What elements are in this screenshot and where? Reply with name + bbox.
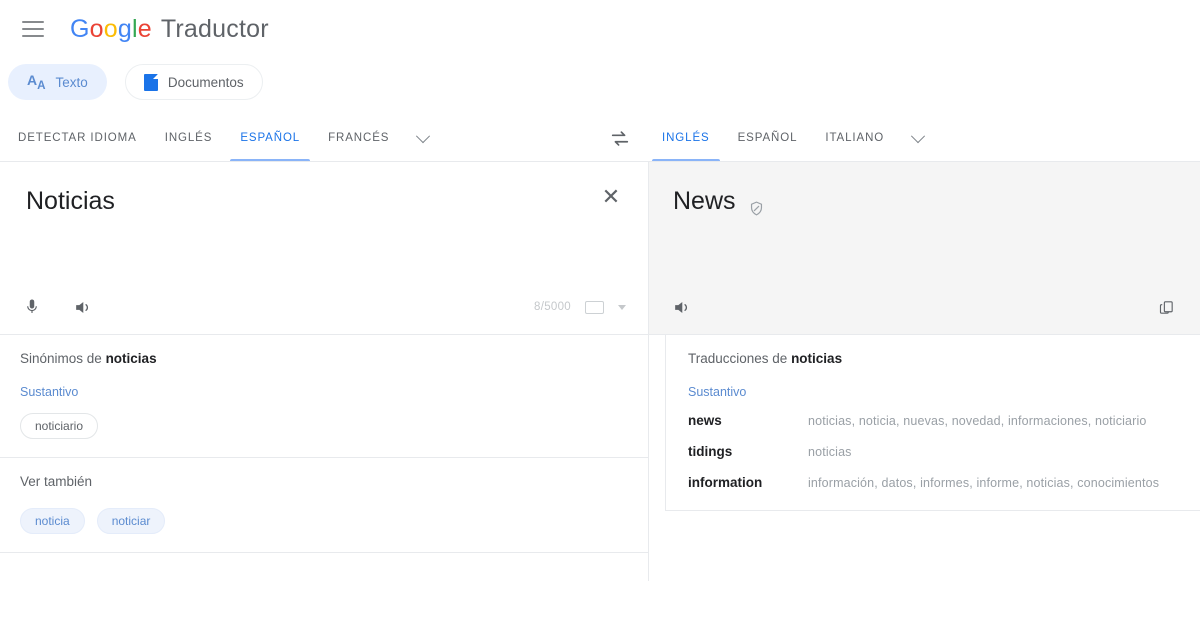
tab-documentos[interactable]: Documentos: [125, 64, 263, 100]
target-lang-espanol[interactable]: ESPAÑOL: [724, 116, 812, 161]
target-toolbar-right: [1154, 295, 1178, 319]
character-counter: 8/5000: [534, 301, 571, 313]
source-panel: Noticias ✕ 8/5000: [0, 162, 649, 334]
target-lang-italiano[interactable]: ITALIANO: [811, 116, 898, 161]
target-language-tabs: INGLÉS ESPAÑOL ITALIANO: [648, 116, 1200, 161]
synonyms-title-prefix: Sinónimos de: [20, 351, 106, 366]
google-wordmark: Google: [70, 15, 152, 44]
translation-word-tidings: tidings: [688, 444, 808, 459]
brand-logo[interactable]: Google Traductor: [70, 15, 269, 44]
chevron-down-icon-target[interactable]: [898, 116, 938, 161]
tab-texto[interactable]: AA Texto: [8, 64, 107, 100]
hamburger-menu-icon[interactable]: [22, 18, 48, 40]
synonyms-title-word: noticias: [106, 351, 157, 366]
table-row[interactable]: news noticias, noticia, nuevas, novedad,…: [688, 413, 1178, 428]
source-text-area[interactable]: Noticias: [0, 162, 648, 280]
table-row[interactable]: information información, datos, informes…: [688, 475, 1178, 490]
synonyms-title: Sinónimos de noticias: [20, 351, 626, 366]
target-panel: News: [649, 162, 1200, 334]
tab-texto-label: Texto: [56, 75, 88, 90]
document-icon: [144, 74, 158, 91]
tab-documentos-label: Documentos: [168, 75, 244, 90]
source-language-tabs: DETECTAR IDIOMA INGLÉS ESPAÑOL FRANCÉS: [0, 116, 648, 161]
speaker-icon-source[interactable]: [70, 295, 94, 319]
translations-pos-label: Sustantivo: [688, 385, 1178, 399]
translation-meanings-tidings: noticias: [808, 445, 852, 459]
translation-panels: Noticias ✕ 8/5000: [0, 162, 1200, 335]
translations-title-prefix: Traducciones de: [688, 351, 791, 366]
chevron-down-icon-source[interactable]: [403, 116, 443, 161]
synonyms-chip-list: noticiario: [20, 413, 626, 439]
source-toolbar: 8/5000: [0, 280, 648, 334]
translation-word-information: information: [688, 475, 808, 490]
product-name: Traductor: [161, 15, 269, 44]
see-also-title: Ver también: [20, 474, 626, 489]
logo-letter-g: G: [70, 15, 90, 43]
mode-tabs: AA Texto Documentos: [0, 58, 1200, 116]
see-also-chip-noticia[interactable]: noticia: [20, 508, 85, 534]
translations-column: Traducciones de noticias Sustantivo news…: [649, 335, 1200, 581]
left-column-spacer: [0, 553, 648, 581]
speaker-icon-target[interactable]: [669, 295, 693, 319]
synonym-chip[interactable]: noticiario: [20, 413, 98, 439]
verified-shield-icon: [748, 194, 765, 224]
translation-word-news: news: [688, 413, 808, 428]
dictionary-section: Sinónimos de noticias Sustantivo noticia…: [0, 335, 1200, 581]
target-toolbar: [649, 280, 1200, 334]
translation-meanings-information: información, datos, informes, informe, n…: [808, 476, 1159, 490]
see-also-chip-list: noticia noticiar: [20, 508, 626, 534]
microphone-icon[interactable]: [20, 295, 44, 319]
see-also-chip-noticiar[interactable]: noticiar: [97, 508, 166, 534]
source-lang-espanol[interactable]: ESPAÑOL: [226, 116, 314, 161]
source-lang-ingles[interactable]: INGLÉS: [151, 116, 227, 161]
see-also-card: Ver también noticia noticiar: [0, 458, 648, 553]
source-toolbar-right: 8/5000: [534, 301, 626, 314]
google-translate-page: Google Traductor AA Texto Documentos DET…: [0, 0, 1200, 628]
synonyms-card: Sinónimos de noticias Sustantivo noticia…: [0, 335, 648, 458]
language-bar: DETECTAR IDIOMA INGLÉS ESPAÑOL FRANCÉS I…: [0, 116, 1200, 162]
translations-title-word: noticias: [791, 351, 842, 366]
translations-card: Traducciones de noticias Sustantivo news…: [665, 335, 1200, 511]
synonyms-column: Sinónimos de noticias Sustantivo noticia…: [0, 335, 649, 581]
keyboard-icon[interactable]: [585, 301, 604, 314]
logo-letter-g2: g: [118, 15, 132, 43]
swap-languages-icon[interactable]: [592, 116, 648, 161]
logo-letter-o2: o: [104, 15, 118, 43]
translate-icon: AA: [27, 73, 46, 91]
translation-meanings-news: noticias, noticia, nuevas, novedad, info…: [808, 414, 1147, 428]
target-text-area: News: [649, 162, 1200, 280]
source-lang-detectar[interactable]: DETECTAR IDIOMA: [0, 116, 151, 161]
source-lang-frances[interactable]: FRANCÉS: [314, 116, 403, 161]
caret-down-icon[interactable]: [618, 305, 626, 310]
copy-icon[interactable]: [1154, 295, 1178, 319]
source-text: Noticias: [26, 186, 115, 216]
synonyms-pos-label: Sustantivo: [20, 385, 626, 399]
target-text: News: [673, 186, 736, 216]
close-icon[interactable]: ✕: [598, 184, 624, 210]
target-lang-ingles[interactable]: INGLÉS: [648, 116, 724, 161]
logo-letter-o1: o: [90, 15, 104, 43]
table-row[interactable]: tidings noticias: [688, 444, 1178, 459]
app-header: Google Traductor: [0, 0, 1200, 58]
translations-title: Traducciones de noticias: [688, 351, 1178, 366]
logo-letter-e: e: [138, 15, 152, 43]
